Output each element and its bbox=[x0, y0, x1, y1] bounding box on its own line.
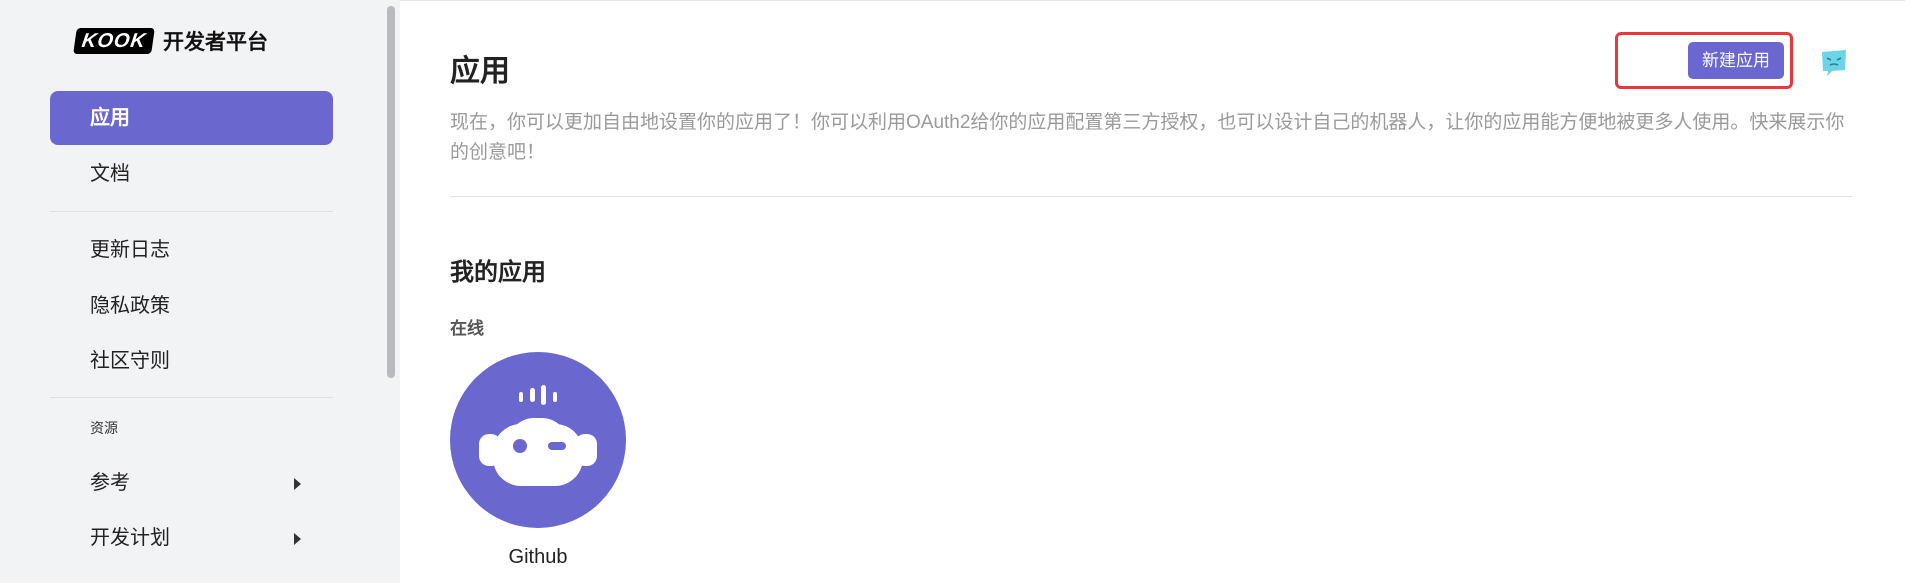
sidebar-item-label: 参考 bbox=[90, 472, 130, 494]
app-avatar bbox=[450, 352, 626, 528]
my-apps-title: 我的应用 bbox=[450, 259, 546, 286]
sidebar-item-reference[interactable]: 参考 bbox=[50, 456, 333, 510]
top-border bbox=[400, 0, 1905, 1]
caret-right-icon bbox=[294, 533, 301, 545]
logo[interactable]: KOOK 开发者平台 bbox=[73, 26, 268, 56]
page-title: 应用 bbox=[450, 55, 510, 88]
page-description: 现在，你可以更加自由地设置你的应用了！你可以利用OAuth2给你的应用配置第三方… bbox=[450, 112, 1845, 163]
sidebar-item-apps[interactable]: 应用 bbox=[50, 91, 333, 145]
sidebar-item-label: 文档 bbox=[90, 163, 130, 185]
sidebar-item-label: 隐私政策 bbox=[90, 295, 170, 317]
caret-right-icon bbox=[294, 478, 301, 490]
sidebar-item-label: 开发计划 bbox=[90, 527, 170, 549]
sidebar: KOOK 开发者平台 应用 文档 更新日志 隐私政策 社区守则 资源 参考 开发… bbox=[0, 0, 400, 583]
sidebar-item-label: 更新日志 bbox=[90, 239, 170, 261]
sidebar-item-changelog[interactable]: 更新日志 bbox=[50, 223, 333, 277]
sidebar-item-privacy[interactable]: 隐私政策 bbox=[50, 279, 333, 333]
sidebar-divider bbox=[50, 397, 333, 398]
app-name: Github bbox=[508, 546, 568, 568]
kook-logo-mark: KOOK bbox=[73, 28, 155, 54]
online-label: 在线 bbox=[450, 319, 484, 338]
sidebar-item-docs[interactable]: 文档 bbox=[50, 147, 333, 201]
sidebar-item-label: 社区守则 bbox=[90, 350, 170, 372]
sidebar-section-label: 资源 bbox=[90, 420, 118, 436]
sidebar-item-roadmap[interactable]: 开发计划 bbox=[50, 511, 333, 565]
app-card[interactable]: Github bbox=[450, 352, 626, 569]
sidebar-divider bbox=[50, 211, 333, 212]
robot-icon bbox=[479, 385, 597, 486]
new-app-button[interactable]: 新建应用 bbox=[1688, 42, 1784, 79]
logo-text: 开发者平台 bbox=[163, 31, 268, 54]
sidebar-scrollbar[interactable] bbox=[387, 6, 395, 378]
sidebar-item-label: 应用 bbox=[90, 107, 130, 129]
sidebar-item-guidelines[interactable]: 社区守则 bbox=[50, 334, 333, 388]
helper-bot-icon[interactable] bbox=[1818, 46, 1850, 78]
main-content: 应用 现在，你可以更加自由地设置你的应用了！你可以利用OAuth2给你的应用配置… bbox=[400, 0, 1905, 583]
section-divider bbox=[450, 196, 1852, 197]
